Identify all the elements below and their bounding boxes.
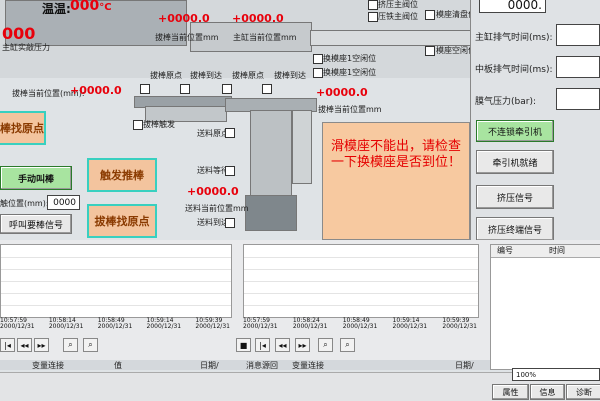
footer-date-2: 日期/ [455,361,474,370]
time-tick: 10:58:49 2000/12/31 [97,317,133,330]
footer-var-link: 变量连接 [32,361,64,370]
pull-find-origin-button[interactable]: 拔棒找原点 [87,204,157,238]
checkbox-origin2[interactable] [222,84,232,94]
footer-var-link-2: 变量连接 [292,361,324,370]
chk2-label: 压铁主阀位 [378,12,418,21]
zoom-select[interactable]: 100% [512,368,600,381]
log-col-time: 时间 [549,246,565,255]
left-time-axis: 10:57:59 2000/12/31 10:58:14 2000/12/31 … [0,318,230,334]
footer-msg-src: 消息源回 [246,361,278,370]
label-origin2: 拔棒原点 [232,71,264,80]
checkbox-press-main[interactable] [368,12,378,22]
checkbox-change-die-2[interactable] [313,68,323,78]
checkbox-ext-main[interactable] [368,0,378,10]
checkbox-touch[interactable] [133,120,143,130]
mid-time-axis: 10:57:59 2000/12/31 10:58:24 2000/12/31 … [243,318,477,334]
time-tick: 10:58:49 2000/12/31 [342,317,378,330]
first-page-button-2[interactable]: |◂ [255,338,270,352]
time-tick: 10:59:14 2000/12/31 [146,317,182,330]
label-origin: 拔棒原点 [150,71,182,80]
checkbox-change-die-1[interactable] [313,54,323,64]
chk6-label: 换模座1空闲位 [323,68,377,77]
value-a: +0000.0 [158,12,210,25]
prev-page-button[interactable]: ◂◂ [17,338,32,352]
film-pressure-label: 膜气压力(bar): [475,97,536,107]
find-origin-top-button[interactable]: 棒找原点 [0,111,46,145]
alarm-message: 滑模座不能出，请检查一下换模座是否到位！ [331,139,462,170]
checkbox-arrive[interactable] [180,84,190,94]
mid-exhaust-label: 中板排气时间(ms): [475,65,553,75]
pos-a-label: 拔棒当前位置mm [155,33,219,42]
main-exhaust-input[interactable] [556,24,600,46]
value-b: +0000.0 [232,12,284,25]
time-tick: 10:58:14 2000/12/31 [48,317,84,330]
chk5-label: 换模座1空闲位 [323,54,377,63]
stop-button[interactable]: ■ [236,338,251,352]
side-arm [292,110,312,184]
checkbox-arrive2[interactable] [262,84,272,94]
checkbox-feed-origin[interactable] [225,128,235,138]
mid-exhaust-input[interactable] [556,56,600,78]
ext-label: 拔棒当前位置mm [318,105,382,114]
time-tick: 10:57:59 2000/12/31 [243,317,278,330]
alarm-panel: 滑模座不能出，请检查一下换模座是否到位！ [322,122,470,240]
time-tick: 10:57:59 2000/12/31 [0,317,35,330]
zoom-out-icon-2[interactable]: ⌕ [318,338,333,352]
zoom-out-icon[interactable]: ⌕ [63,338,78,352]
main-cyl-label: 主缸实敲压力 [2,43,50,52]
film-pressure-input[interactable] [556,88,600,110]
puller-ready-button[interactable]: 牵引机就绪 [476,150,554,174]
log-col-id: 编号 [497,246,513,255]
main-exhaust-label: 主缸排气时间(ms): [475,33,553,43]
next-page-button[interactable]: ▸▸ [34,338,49,352]
time-tick: 10:59:14 2000/12/31 [392,317,428,330]
info-tab[interactable]: 信息 [530,384,565,400]
next-page-button-2[interactable]: ▸▸ [295,338,310,352]
chk1-label: 挤压主阀位 [378,0,418,9]
checkbox-feed-arrive[interactable] [225,218,235,228]
first-page-button[interactable]: |◂ [0,338,15,352]
time-tick: 10:59:39 2000/12/31 [195,317,230,330]
machine-top-rod [310,30,472,46]
checkbox-die-clear[interactable] [425,10,435,20]
feed-pos-value: +0000.0 [187,185,239,198]
motor-block [245,195,297,231]
no-interlock-puller-button[interactable]: 不连锁牵引机 [476,120,554,142]
checkbox-die-idle[interactable] [425,46,435,56]
trend-chart-left [0,244,232,318]
checkbox-origin[interactable] [140,84,150,94]
trigger-push-button[interactable]: 触发推棒 [87,158,157,192]
prev-page-button-2[interactable]: ◂◂ [275,338,290,352]
temp-value: 000°C [70,0,112,14]
checkbox-feed-wait[interactable] [225,166,235,176]
touch-pos-label: 触位置(mm): [0,199,49,208]
time-tick: 10:58:24 2000/12/31 [292,317,328,330]
temp-label: 温温: [42,2,71,16]
touch-pos-input[interactable]: 0000 [47,195,80,210]
feed-pos-label: 送料当前位置mm [185,204,249,213]
red-000-value: 000 [2,24,36,43]
label-arrive2: 拔棒到达 [274,71,306,80]
manual-call-button[interactable]: 手动叫棒 [0,166,72,190]
trend-chart-mid [243,244,479,318]
footer-value: 值 [114,361,122,370]
footer-date: 日期/ [200,361,219,370]
extrude-end-signal-button[interactable]: 挤压终端信号 [476,217,554,241]
time-tick: 10:59:39 2000/12/31 [442,317,477,330]
table-header-strip: 变量连接 值 日期/ 消息源回 变量连接 日期/ [0,360,490,370]
diagnostics-tab[interactable]: 诊断 [566,384,600,400]
call-rod-signal-button[interactable]: 呼叫要棒信号 [0,214,72,234]
top-right-value-field[interactable]: 0000. [479,0,546,13]
properties-tab[interactable]: 属性 [492,384,529,400]
extrude-signal-button[interactable]: 挤压信号 [476,185,554,209]
label-arrive: 拔棒到达 [190,71,222,80]
event-log-panel: 编号 时间 [490,244,600,370]
label-touch: 拔棒触发 [143,120,175,129]
ext-value: +0000.0 [316,86,368,99]
pos-b-label: 主缸当前位置mm [233,33,297,42]
zoom-in-icon-2[interactable]: ⌕ [340,338,355,352]
log-header: 编号 时间 [491,245,600,258]
mid-pos-value: +0000.0 [70,84,122,97]
zoom-in-icon[interactable]: ⌕ [83,338,98,352]
